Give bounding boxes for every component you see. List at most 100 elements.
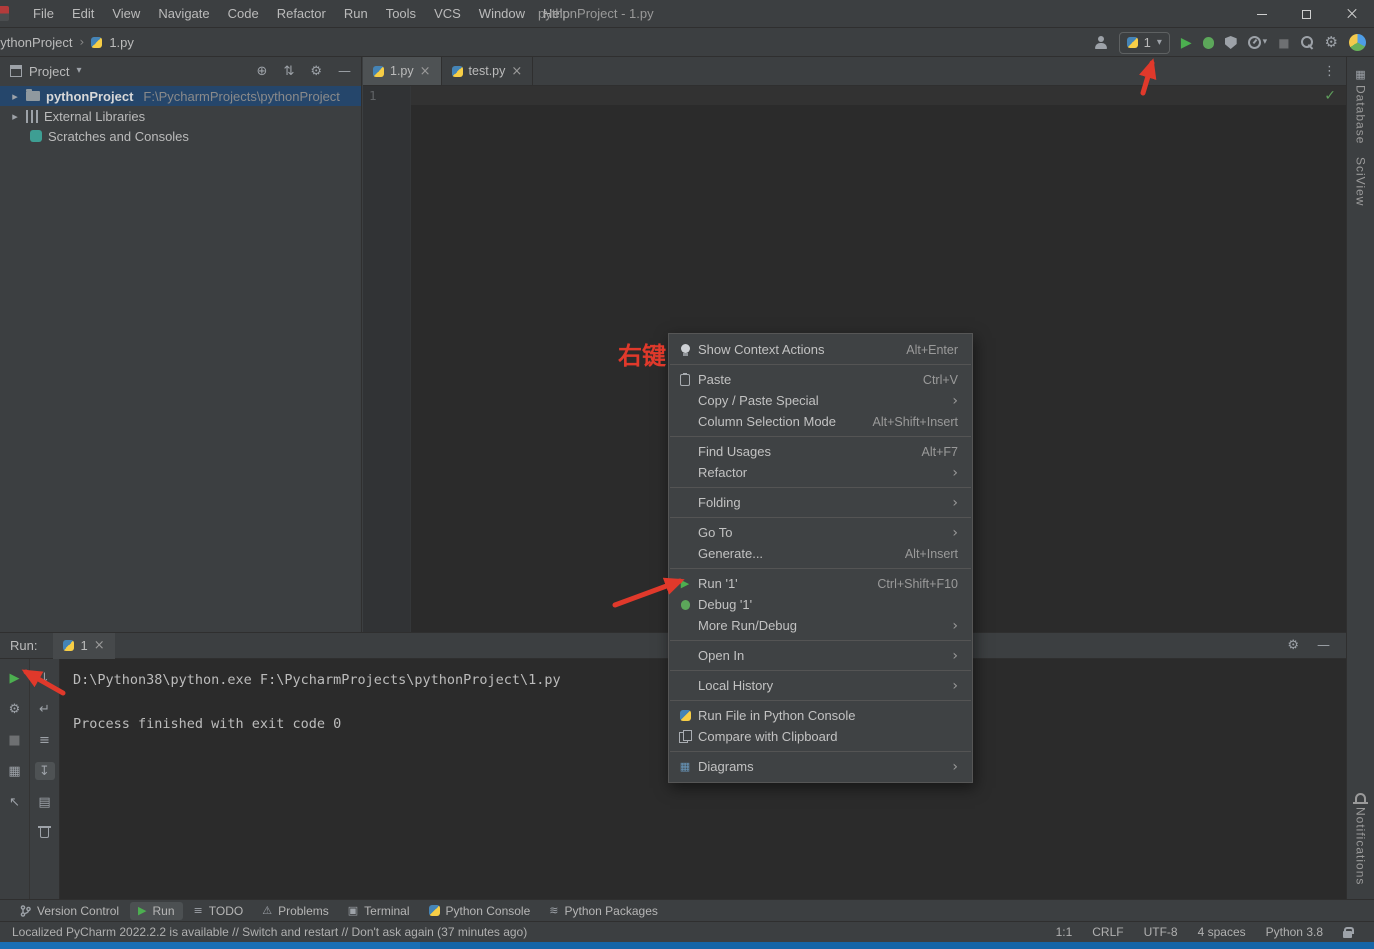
lock-icon[interactable] — [1343, 926, 1354, 938]
menu-file[interactable]: File — [24, 0, 63, 27]
scroll-to-end-icon[interactable]: ↧ — [34, 762, 55, 780]
menu-item-copy-paste-special[interactable]: Copy / Paste Special › — [669, 390, 972, 411]
menu-window[interactable]: Window — [470, 0, 534, 27]
menu-tools[interactable]: Tools — [377, 0, 425, 27]
tree-item-scratches[interactable]: Scratches and Consoles — [0, 126, 361, 146]
menu-code[interactable]: Code — [219, 0, 268, 27]
breadcrumb-file[interactable]: 1.py — [109, 35, 134, 50]
minimize-button[interactable] — [1239, 0, 1284, 28]
tool-button-todo[interactable]: ≡ TODO — [186, 902, 252, 920]
profiler-button[interactable]: ▾ — [1247, 36, 1267, 49]
menu-refactor[interactable]: Refactor — [268, 0, 335, 27]
search-everywhere-button[interactable] — [1300, 36, 1314, 49]
menu-item-generate[interactable]: Generate... Alt+Insert — [669, 543, 972, 564]
menu-item-refactor[interactable]: Refactor › — [669, 462, 972, 483]
maximize-button[interactable] — [1284, 0, 1329, 28]
menu-run[interactable]: Run — [335, 0, 377, 27]
editor-options-button[interactable]: ⋮ — [1323, 57, 1346, 85]
menu-vcs[interactable]: VCS — [425, 0, 470, 27]
status-message[interactable]: Localized PyCharm 2022.2.2 is available … — [12, 925, 527, 939]
tab-1py[interactable]: 1.py × — [363, 57, 442, 85]
expand-arrow-icon[interactable]: ▸ — [10, 111, 20, 122]
rerun-button[interactable]: ▶ — [5, 669, 25, 687]
clear-all-button[interactable] — [35, 824, 55, 842]
menu-navigate[interactable]: Navigate — [149, 0, 218, 27]
tool-button-python-packages[interactable]: ≋ Python Packages — [541, 902, 666, 920]
inspection-ok-icon[interactable]: ✓ — [1324, 89, 1336, 103]
menu-item-show-context-actions[interactable]: Show Context Actions Alt+Enter — [669, 339, 972, 360]
menu-item-label: More Run/Debug — [698, 618, 797, 633]
account-avatar[interactable] — [1349, 34, 1366, 51]
stop-button[interactable]: ■ — [1278, 37, 1289, 49]
python-file-icon — [373, 65, 384, 77]
print-icon[interactable]: ▤ — [35, 793, 55, 811]
menu-item-more-run-debug[interactable]: More Run/Debug › — [669, 615, 972, 636]
restore-layout-icon[interactable]: ▦ — [5, 762, 25, 780]
code-with-me-users-icon[interactable] — [1094, 36, 1108, 49]
panel-settings-button[interactable]: ⚙ — [310, 65, 322, 78]
close-button[interactable] — [1329, 0, 1374, 28]
run-configuration-select[interactable]: 1 ▾ — [1118, 31, 1170, 54]
locate-file-button[interactable]: ⊕ — [257, 65, 268, 78]
menu-item-run-1[interactable]: ▶ Run '1' Ctrl+Shift+F10 — [669, 573, 972, 594]
menu-edit[interactable]: Edit — [63, 0, 103, 27]
tool-button-version-control[interactable]: Version Control — [12, 902, 127, 920]
indent-indicator[interactable]: 4 spaces — [1198, 925, 1246, 939]
debug-button[interactable] — [1202, 36, 1214, 49]
library-icon — [26, 109, 38, 123]
menu-view[interactable]: View — [103, 0, 149, 27]
interpreter-indicator[interactable]: Python 3.8 — [1266, 925, 1323, 939]
tool-button-label: Python Packages — [564, 903, 658, 918]
run-left-toolbar: ▶ ⚙ ■ ▦ ↖ — [0, 659, 30, 899]
soft-wrap-icon[interactable]: ↵ — [35, 700, 55, 718]
chevron-down-icon[interactable]: ▾ — [76, 66, 81, 76]
tab-close-icon[interactable]: × — [511, 65, 522, 78]
tool-button-python-console[interactable]: Python Console — [421, 902, 539, 920]
project-panel-title[interactable]: Project — [29, 64, 69, 79]
tool-button-database[interactable]: ▦ Database — [1347, 69, 1374, 144]
tool-button-run[interactable]: ▶ Run — [130, 901, 183, 920]
down-stack-trace-icon[interactable]: ↓ — [35, 669, 55, 687]
scroll-lines-icon[interactable]: ≡ — [35, 731, 55, 749]
tool-button-terminal[interactable]: ▣ Terminal — [340, 902, 418, 920]
menu-item-paste[interactable]: Paste Ctrl+V — [669, 369, 972, 390]
menu-item-open-in[interactable]: Open In › — [669, 645, 972, 666]
menu-item-compare-with-clipboard[interactable]: Compare with Clipboard — [669, 726, 972, 747]
tool-button-sciview[interactable]: SciView — [1347, 157, 1374, 206]
hide-panel-button[interactable]: — — [1317, 639, 1330, 652]
menu-item-go-to[interactable]: Go To › — [669, 522, 972, 543]
run-button[interactable]: ▶ — [1181, 36, 1192, 50]
tab-testpy[interactable]: test.py × — [442, 57, 534, 85]
stop-button[interactable]: ■ — [5, 731, 25, 749]
menu-item-debug-1[interactable]: Debug '1' — [669, 594, 972, 615]
tab-close-icon[interactable]: × — [420, 65, 431, 78]
pin-tab-icon[interactable]: ↖ — [5, 793, 25, 811]
menu-item-find-usages[interactable]: Find Usages Alt+F7 — [669, 441, 972, 462]
line-ending-indicator[interactable]: CRLF — [1092, 925, 1123, 939]
menu-item-local-history[interactable]: Local History › — [669, 675, 972, 696]
python-file-icon — [91, 36, 103, 48]
project-tree: ▸ pythonProject F:\PycharmProjects\pytho… — [0, 86, 361, 146]
modify-run-config-icon[interactable]: ⚙ — [5, 700, 25, 718]
menu-item-diagrams[interactable]: ▦ Diagrams › — [669, 756, 972, 777]
tree-item-path: F:\PycharmProjects\pythonProject — [143, 88, 340, 104]
settings-gear-button[interactable]: ⚙ — [1325, 35, 1338, 50]
menu-item-folding[interactable]: Folding › — [669, 492, 972, 513]
encoding-indicator[interactable]: UTF-8 — [1144, 925, 1178, 939]
panel-settings-button[interactable]: ⚙ — [1287, 639, 1299, 652]
tool-button-problems[interactable]: ⚠ Problems — [254, 902, 337, 920]
menu-item-column-selection-mode[interactable]: Column Selection Mode Alt+Shift+Insert — [669, 411, 972, 432]
caret-position[interactable]: 1:1 — [1056, 925, 1073, 939]
windows-taskbar[interactable] — [0, 942, 1374, 949]
tree-item-external-libraries[interactable]: ▸ External Libraries — [0, 106, 361, 126]
expand-arrow-icon[interactable]: ▸ — [10, 91, 20, 102]
run-tab-1[interactable]: 1 × — [53, 632, 115, 659]
collapse-all-button[interactable]: ⇅ — [283, 65, 294, 78]
breadcrumb-project[interactable]: pythonProject — [0, 35, 73, 50]
tree-item-python-project[interactable]: ▸ pythonProject F:\PycharmProjects\pytho… — [0, 86, 361, 106]
menu-item-run-file-in-python-console[interactable]: Run File in Python Console — [669, 705, 972, 726]
tab-close-icon[interactable]: × — [94, 639, 105, 652]
tool-button-notifications[interactable]: Notifications — [1347, 793, 1374, 885]
hide-panel-button[interactable]: — — [338, 65, 351, 78]
coverage-button[interactable] — [1224, 36, 1237, 49]
